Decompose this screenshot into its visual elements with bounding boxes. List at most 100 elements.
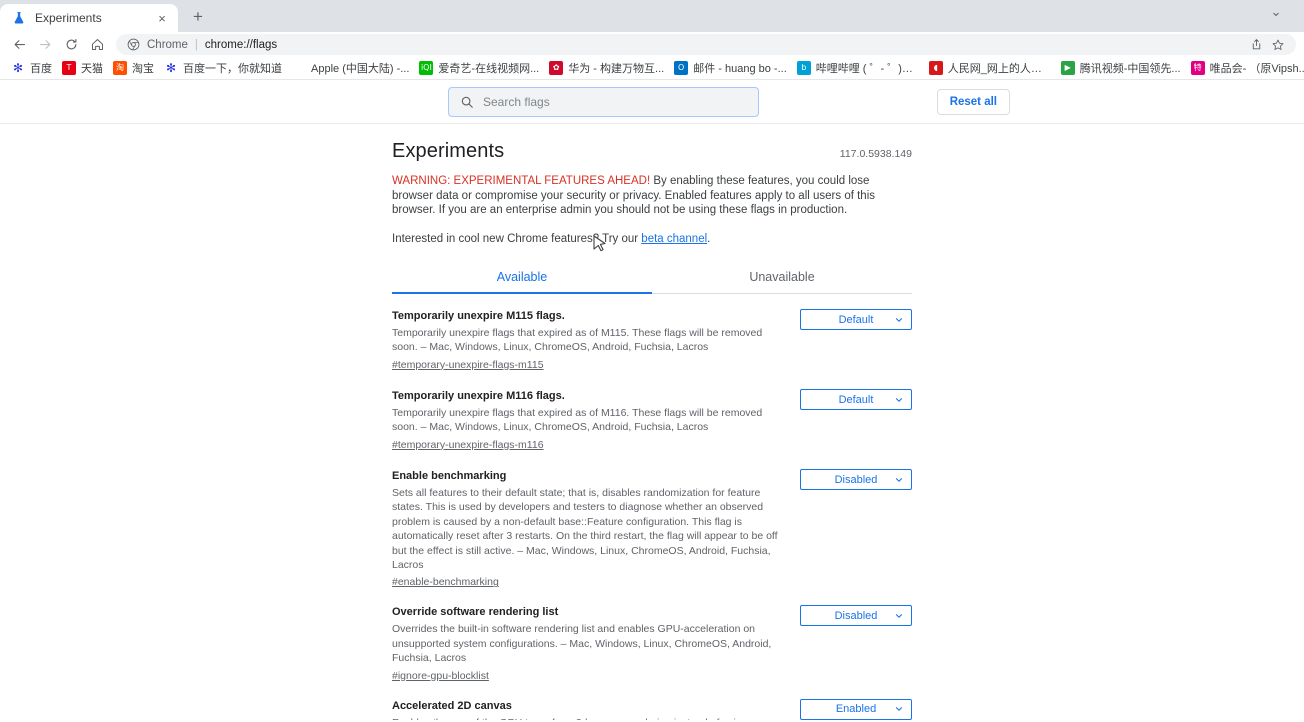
flag-description: Temporarily unexpire flags that expired … bbox=[392, 326, 779, 355]
reload-button[interactable] bbox=[58, 33, 84, 57]
flag-state-select[interactable]: Disabled bbox=[800, 469, 912, 490]
bookmark-item[interactable]: ◖ 人民网_网上的人民... bbox=[924, 59, 1056, 78]
close-icon[interactable]: × bbox=[154, 10, 170, 26]
bookmark-label: Apple (中国大陆) -... bbox=[311, 60, 409, 76]
tab-available[interactable]: Available bbox=[392, 263, 652, 293]
bookmark-item[interactable]: ▶ 腾讯视频-中国领先... bbox=[1056, 59, 1186, 78]
beta-channel-line: Interested in cool new Chrome features? … bbox=[392, 232, 912, 247]
search-flags-wrapper: Search flags bbox=[448, 87, 759, 117]
bookmark-label: 腾讯视频-中国领先... bbox=[1080, 60, 1181, 76]
flag-entry: Override software rendering list Override… bbox=[392, 590, 912, 683]
tab-active-underline bbox=[392, 292, 652, 294]
bookmark-item[interactable]: iQI 爱奇艺-在线视频网... bbox=[414, 59, 544, 78]
chevron-down-icon bbox=[894, 395, 904, 405]
warning-text: WARNING: EXPERIMENTAL FEATURES AHEAD! By… bbox=[392, 174, 912, 218]
huawei-icon: ✿ bbox=[549, 61, 563, 75]
omnibox-actions bbox=[1238, 35, 1288, 55]
bookmark-item[interactable]:  Apple (中国大陆) -... bbox=[287, 59, 414, 78]
flag-state-value: Default bbox=[839, 314, 874, 326]
flag-name: Accelerated 2D canvas bbox=[392, 699, 779, 713]
flag-permalink[interactable]: #temporary-unexpire-flags-m116 bbox=[392, 439, 544, 451]
star-icon[interactable] bbox=[1268, 35, 1288, 55]
flag-entry: Accelerated 2D canvas Enables the use of … bbox=[392, 684, 912, 720]
flag-permalink[interactable]: #enable-benchmarking bbox=[392, 576, 499, 588]
bookmark-label: 天猫 bbox=[81, 60, 103, 76]
beta-suffix: . bbox=[707, 233, 710, 245]
flag-state-value: Disabled bbox=[835, 474, 878, 486]
flag-control-cell: Disabled bbox=[789, 605, 912, 626]
flag-permalink[interactable]: #ignore-gpu-blocklist bbox=[392, 670, 489, 682]
title-row: Experiments 117.0.5938.149 bbox=[392, 140, 912, 163]
bilibili-icon: b bbox=[797, 61, 811, 75]
flag-state-select[interactable]: Enabled bbox=[800, 699, 912, 720]
omnibox-separator: | bbox=[195, 39, 198, 51]
iqiyi-icon: iQI bbox=[419, 61, 433, 75]
outlook-icon: O bbox=[674, 61, 688, 75]
bookmark-item[interactable]: O 邮件 - huang bo -... bbox=[669, 59, 792, 78]
bookmark-label: 百度 bbox=[30, 60, 52, 76]
bookmark-label: 哔哩哔哩 ( ゜- ゜)つ... bbox=[816, 60, 919, 76]
flag-name: Enable benchmarking bbox=[392, 469, 779, 483]
chevron-down-icon[interactable] bbox=[1264, 2, 1288, 26]
bookmark-item[interactable]: ✿ 华为 - 构建万物互... bbox=[544, 59, 669, 78]
chevron-down-icon bbox=[894, 611, 904, 621]
warning-headline: WARNING: EXPERIMENTAL FEATURES AHEAD! bbox=[392, 175, 650, 187]
back-button[interactable] bbox=[6, 33, 32, 57]
bookmarks-bar: ✻ 百度 T 天猫淘淘宝 ✻ 百度一下，你就知道  Apple (中国大陆) -... iQI… bbox=[0, 57, 1304, 80]
flag-description: Temporarily unexpire flags that expired … bbox=[392, 406, 779, 435]
search-input-placeholder: Search flags bbox=[483, 95, 550, 109]
flag-state-select[interactable]: Disabled bbox=[800, 605, 912, 626]
new-tab-button[interactable]: + bbox=[184, 3, 212, 31]
flag-entry: Enable benchmarking Sets all features to … bbox=[392, 454, 912, 590]
bookmark-item[interactable]: 淘淘宝 bbox=[108, 59, 159, 78]
tab-unavailable[interactable]: Unavailable bbox=[652, 263, 912, 293]
tab-strip: Experiments × + bbox=[0, 0, 1304, 32]
search-icon bbox=[459, 95, 474, 110]
browser-tab-experiments[interactable]: Experiments × bbox=[0, 4, 178, 32]
forward-button[interactable] bbox=[32, 33, 58, 57]
address-bar[interactable]: Chrome | chrome://flags bbox=[116, 34, 1296, 55]
flag-description: Overrides the built-in software renderin… bbox=[392, 622, 779, 665]
flag-list: Temporarily unexpire M115 flags. Temporar… bbox=[392, 294, 912, 720]
flag-control-cell: Default bbox=[789, 309, 912, 330]
bookmark-item[interactable]: b 哔哩哔哩 ( ゜- ゜)つ... bbox=[792, 59, 924, 78]
flag-control-cell: Default bbox=[789, 389, 912, 410]
search-input[interactable]: Search flags bbox=[448, 87, 759, 117]
flags-content-scroll[interactable]: Experiments 117.0.5938.149 WARNING: EXPE… bbox=[0, 124, 1304, 720]
baidu-icon: ✻ bbox=[164, 61, 178, 75]
bookmark-item[interactable]: ✻ 百度 bbox=[6, 59, 57, 78]
omnibox-scheme-label: Chrome bbox=[147, 39, 188, 51]
chrome-icon bbox=[126, 38, 140, 52]
bookmark-item[interactable]: T 天猫 bbox=[57, 59, 108, 78]
flag-state-value: Enabled bbox=[836, 703, 876, 715]
flag-permalink[interactable]: #temporary-unexpire-flags-m115 bbox=[392, 359, 544, 371]
baidu-icon: ✻ bbox=[11, 61, 25, 75]
people-icon: ◖ bbox=[929, 61, 943, 75]
bookmark-label: 邮件 - huang bo -... bbox=[693, 60, 787, 76]
flag-text-block: Accelerated 2D canvas Enables the use of … bbox=[392, 699, 789, 720]
taobao-icon: 淘 bbox=[113, 61, 127, 75]
bookmark-item[interactable]: 特唯品会- （原Vipsh... bbox=[1186, 59, 1304, 78]
chevron-down-icon bbox=[894, 315, 904, 325]
reset-all-button[interactable]: Reset all bbox=[937, 89, 1010, 115]
flask-icon bbox=[11, 10, 27, 26]
flag-state-select[interactable]: Default bbox=[800, 309, 912, 330]
flag-state-select[interactable]: Default bbox=[800, 389, 912, 410]
flags-tabs: Available Unavailable bbox=[392, 263, 912, 294]
page-title: Experiments bbox=[392, 140, 504, 163]
flag-name: Temporarily unexpire M116 flags. bbox=[392, 389, 779, 403]
flag-entry: Temporarily unexpire M116 flags. Temporar… bbox=[392, 374, 912, 454]
tmall-icon: T bbox=[62, 61, 76, 75]
flag-text-block: Enable benchmarking Sets all features to … bbox=[392, 469, 789, 590]
home-button[interactable] bbox=[84, 33, 110, 57]
flag-name: Override software rendering list bbox=[392, 605, 779, 619]
bookmark-label: 唯品会- （原Vipsh... bbox=[1210, 60, 1304, 76]
bookmark-item[interactable]: ✻ 百度一下，你就知道 bbox=[159, 59, 287, 78]
share-icon[interactable] bbox=[1246, 35, 1266, 55]
bookmark-label: 爱奇艺-在线视频网... bbox=[438, 60, 539, 76]
flag-name: Temporarily unexpire M115 flags. bbox=[392, 309, 779, 323]
browser-toolbar: Chrome | chrome://flags bbox=[0, 32, 1304, 57]
beta-channel-link[interactable]: beta channel bbox=[641, 233, 707, 245]
flags-inner-column: Experiments 117.0.5938.149 WARNING: EXPE… bbox=[392, 124, 912, 720]
flag-description: Enables the use of the GPU to perform 2d… bbox=[392, 716, 779, 720]
